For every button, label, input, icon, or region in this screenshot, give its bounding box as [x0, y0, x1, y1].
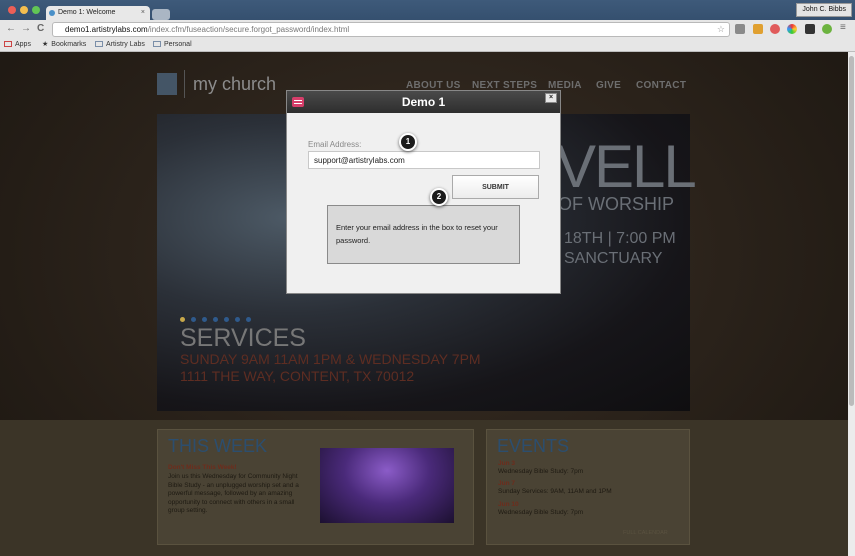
minimize-window-button[interactable] [20, 6, 28, 14]
event-text: Sunday Services: 9AM, 11AM and 1PM [498, 488, 612, 495]
step-badge-2: 2 [430, 188, 448, 206]
help-tooltip: Enter your email address in the box to r… [327, 205, 520, 264]
services-times: SUNDAY 9AM 11AM 1PM & WEDNESDAY 7PM [180, 351, 481, 367]
bookmarks-bar: Apps ★ Bookmarks Artistry Labs Personal [0, 39, 855, 52]
bookmark-personal[interactable]: Personal [153, 39, 192, 51]
extension-flag-icon[interactable] [753, 24, 763, 34]
extension-evernote-icon[interactable] [822, 24, 832, 34]
slider-dot[interactable] [235, 317, 240, 322]
address-bar[interactable]: demo1.artistrylabs.com/index.cfm/fuseact… [52, 22, 730, 37]
new-tab-button[interactable] [152, 9, 170, 20]
concert-image[interactable] [320, 448, 454, 523]
folder-icon [153, 41, 161, 47]
maximize-window-button[interactable] [32, 6, 40, 14]
extension-phone-icon[interactable] [805, 24, 815, 34]
slider-dot[interactable] [202, 317, 207, 322]
favicon-icon [49, 10, 55, 16]
title-bar: Demo 1: Welcome × John C. Bibbs [0, 0, 855, 20]
bookmark-star-icon[interactable]: ☆ [717, 23, 725, 36]
back-icon[interactable]: ← [6, 23, 16, 34]
browser-chrome: Demo 1: Welcome × John C. Bibbs ← → C de… [0, 0, 855, 52]
bookmark-artistry-labs[interactable]: Artistry Labs [95, 39, 145, 51]
menu-icon[interactable]: ≡ [840, 22, 846, 33]
extension-recycle-icon[interactable] [735, 24, 745, 34]
step-badge-1: 1 [399, 133, 417, 151]
bookmark-label: Artistry Labs [106, 41, 145, 48]
this-week-body: Join us this Wednesday for Community Nig… [168, 473, 299, 514]
page-scrollbar[interactable] [848, 52, 855, 556]
tab-title: Demo 1: Welcome [58, 9, 116, 16]
url-path: /index.cfm/fuseaction/secure.forgot_pass… [147, 25, 350, 34]
slider-dot[interactable] [213, 317, 218, 322]
full-calendar-link[interactable]: FULL CALENDAR [623, 530, 668, 536]
hero-place: SANCTUARY [564, 250, 663, 267]
browser-tab[interactable]: Demo 1: Welcome × [46, 6, 150, 20]
event-date[interactable]: Jun 7 [498, 480, 515, 487]
hero-date: 18TH | 7:00 PM [564, 230, 676, 247]
event-text: Wednesday Bible Study: 7pm [498, 509, 584, 516]
events-title: EVENTS [497, 436, 570, 456]
hero-headline: VELL [556, 133, 697, 200]
event-text: Wednesday Bible Study: 7pm [498, 468, 584, 475]
profile-button[interactable]: John C. Bibbs [796, 3, 852, 17]
apps-grid-icon [4, 41, 12, 47]
forgot-password-dialog: Demo 1 × Email Address: SUBMIT Enter you… [286, 90, 561, 294]
submit-button[interactable]: SUBMIT [452, 175, 539, 199]
church-logo-icon[interactable] [157, 73, 177, 95]
services-title: SERVICES [180, 324, 306, 352]
dialog-body: Email Address: SUBMIT Enter your email a… [287, 113, 560, 293]
slider-dot[interactable] [180, 317, 185, 322]
forward-icon[interactable]: → [21, 23, 31, 34]
star-icon: ★ [42, 41, 49, 48]
this-week-headline[interactable]: Don't Miss This Week! [168, 464, 237, 471]
email-field[interactable] [308, 151, 540, 169]
folder-icon [95, 41, 103, 47]
nav-contact[interactable]: CONTACT [636, 80, 686, 91]
hero-subtitle: OF WORSHIP [558, 194, 674, 214]
extension-color-icon[interactable] [787, 24, 797, 34]
bookmark-bookmarks[interactable]: ★ Bookmarks [42, 39, 86, 51]
slider-dot[interactable] [191, 317, 196, 322]
event-date[interactable]: Jun 10 [498, 501, 519, 508]
reload-icon[interactable]: C [37, 23, 44, 34]
dialog-title: Demo 1 [401, 95, 446, 109]
close-window-button[interactable] [8, 6, 16, 14]
nav-give[interactable]: GIVE [596, 80, 621, 91]
bookmark-label: Bookmarks [51, 41, 87, 48]
event-date[interactable]: Jun 3 [498, 460, 515, 467]
extension-bug-icon[interactable] [770, 24, 780, 34]
bookmark-label: Apps [15, 41, 31, 48]
scrollbar-thumb[interactable] [849, 56, 854, 406]
this-week-title: THIS WEEK [168, 436, 268, 456]
url-host: demo1.artistrylabs.com [65, 25, 148, 34]
site-logo-text[interactable]: my church [193, 74, 276, 95]
services-address: 1111 THE WAY, CONTENT, TX 70012 [180, 368, 415, 384]
tab-close-icon[interactable]: × [141, 6, 145, 20]
logo-divider [184, 70, 185, 98]
bookmark-apps[interactable]: Apps [4, 39, 31, 51]
slider-dot[interactable] [246, 317, 251, 322]
browser-toolbar: ← → C demo1.artistrylabs.com/index.cfm/f… [0, 20, 855, 39]
email-label: Email Address: [308, 140, 362, 149]
dialog-header: Demo 1 × [287, 91, 560, 113]
slider-dot[interactable] [224, 317, 229, 322]
bookmark-label: Personal [164, 41, 192, 48]
dialog-close-button[interactable]: × [545, 93, 557, 103]
